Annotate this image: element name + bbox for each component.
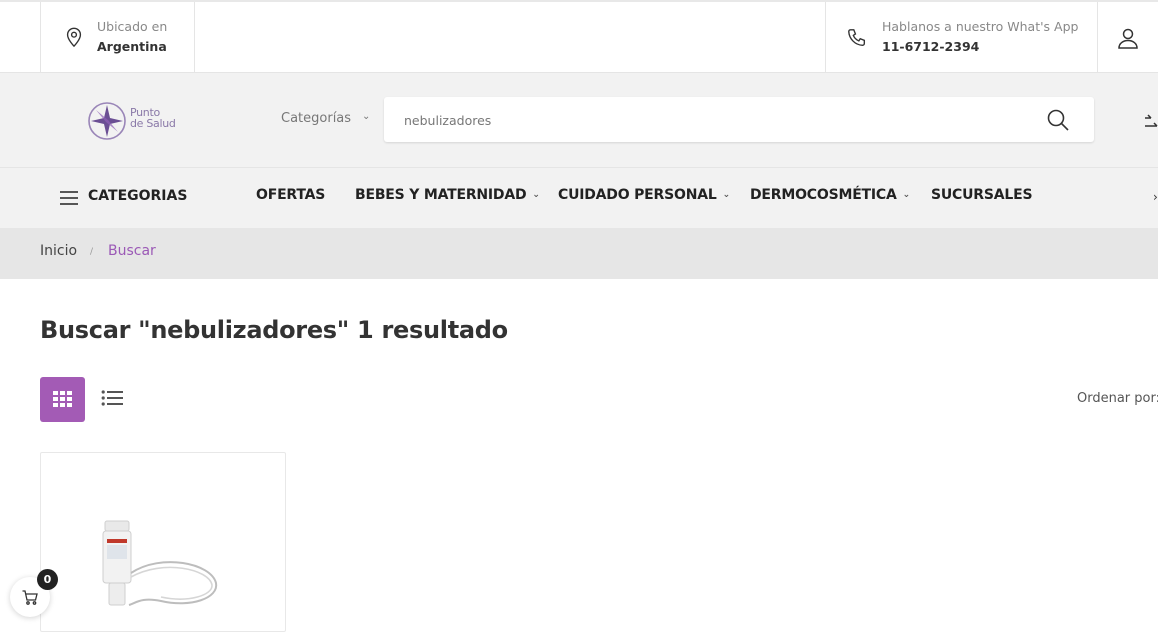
sort-by-label[interactable]: Ordenar por: xyxy=(1077,391,1158,406)
phone-icon xyxy=(848,29,866,47)
location-label: Ubicado en xyxy=(97,19,168,34)
location-info: Ubicado en Argentina xyxy=(40,2,195,73)
site-logo[interactable]: Punto de Salud xyxy=(86,100,186,142)
nav-more-icon[interactable]: › xyxy=(1153,190,1158,204)
top-bar: Ubicado en Argentina Hablanos a nuestro … xyxy=(0,0,1158,73)
main-header: Punto de Salud Categorías ⌄ xyxy=(0,73,1158,168)
logo-text: Punto de Salud xyxy=(130,106,176,130)
nav-item-cuidado-personal[interactable]: CUIDADO PERSONAL ⌄ xyxy=(558,187,730,203)
page-title: Buscar "nebulizadores" 1 resultado xyxy=(40,316,508,344)
chevron-down-icon[interactable]: ⌄ xyxy=(362,111,370,122)
product-image[interactable] xyxy=(101,513,221,613)
cart-count-badge: 0 xyxy=(37,569,58,590)
chevron-down-icon: ⌄ xyxy=(902,190,911,200)
list-view-icon[interactable] xyxy=(101,389,123,407)
search-input[interactable] xyxy=(404,109,1004,131)
grid-view-icon xyxy=(53,391,72,407)
grid-view-button[interactable] xyxy=(40,377,85,422)
contact-label: Hablanos a nuestro What's App xyxy=(882,19,1079,34)
location-pin-icon xyxy=(66,27,82,48)
nav-item-bebes-y-maternidad[interactable]: BEBES Y MATERNIDAD ⌄ xyxy=(355,187,540,203)
hamburger-icon xyxy=(60,191,78,205)
contact-phone[interactable]: 11-6712-2394 xyxy=(882,39,979,54)
contact-info[interactable]: Hablanos a nuestro What's App 11-6712-23… xyxy=(825,2,1098,73)
chevron-down-icon: ⌄ xyxy=(722,190,731,200)
categories-label: CATEGORIAS xyxy=(88,188,188,204)
nav-item-ofertas[interactable]: OFERTAS xyxy=(256,187,325,203)
compare-icon[interactable] xyxy=(1143,114,1158,130)
category-select[interactable]: Categorías xyxy=(281,111,351,126)
breadcrumb: Inicio / Buscar xyxy=(0,228,1158,279)
chevron-down-icon: ⌄ xyxy=(532,190,540,200)
cart-icon xyxy=(22,590,38,605)
breadcrumb-home-link[interactable]: Inicio xyxy=(40,243,77,259)
nav-item-sucursales[interactable]: SUCURSALES xyxy=(931,187,1033,203)
main-nav: CATEGORIAS OFERTAS BEBES Y MATERNIDAD ⌄ C… xyxy=(0,168,1158,228)
search-icon[interactable] xyxy=(1046,108,1070,132)
categories-menu-button[interactable]: CATEGORIAS xyxy=(60,188,187,205)
product-card[interactable] xyxy=(40,452,286,632)
star-logo-icon xyxy=(88,102,126,140)
user-account-icon[interactable] xyxy=(1116,26,1140,50)
breadcrumb-current: Buscar xyxy=(108,243,156,259)
breadcrumb-separator: / xyxy=(90,247,94,257)
search-box xyxy=(384,97,1094,142)
nav-item-dermocosmetica[interactable]: DERMOCOSMÉTICA ⌄ xyxy=(750,187,910,203)
location-value: Argentina xyxy=(97,39,167,54)
